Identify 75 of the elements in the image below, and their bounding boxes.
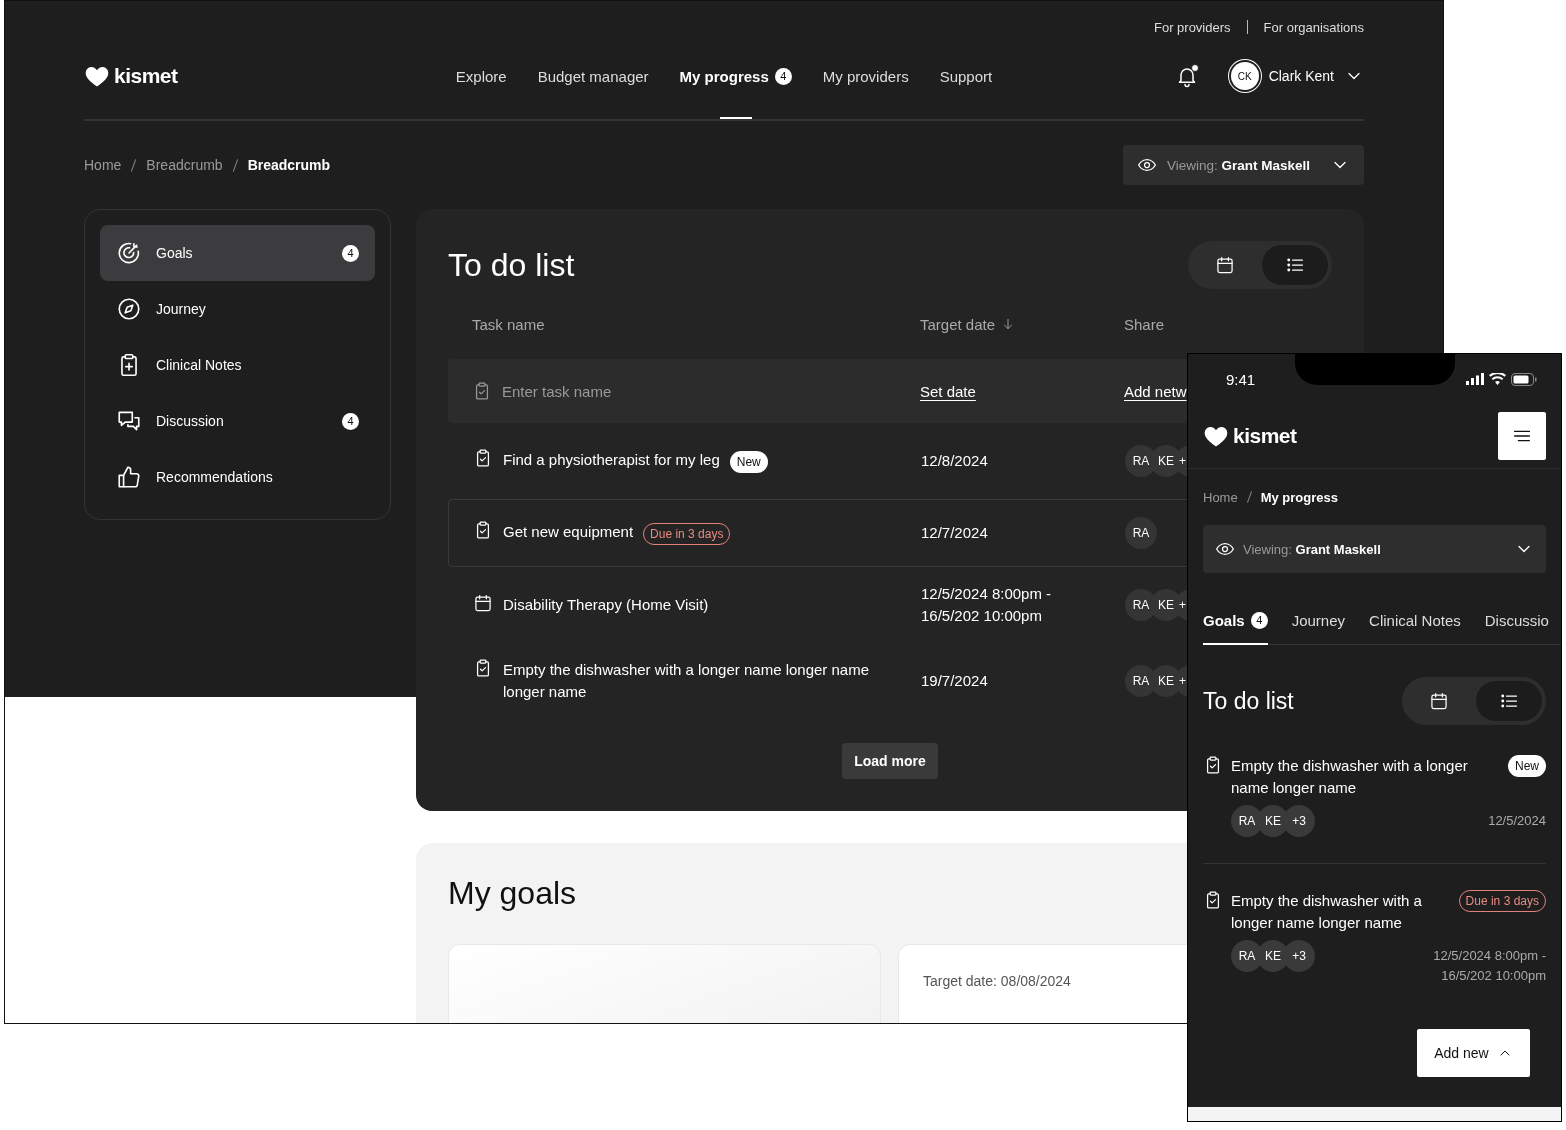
top-link[interactable]: For providers xyxy=(1153,19,1231,35)
compass-icon xyxy=(116,296,142,322)
nav-link[interactable]: My providers xyxy=(822,53,909,119)
count-badge: 4 xyxy=(342,244,359,262)
add-new-button[interactable]: Add new xyxy=(1417,1029,1530,1077)
new-badge: New xyxy=(1508,755,1546,777)
breadcrumb-link[interactable]: Breadcrumb xyxy=(146,157,223,173)
sidebar-item[interactable]: Goals 4 xyxy=(100,225,375,281)
target-icon xyxy=(116,240,142,266)
viewing-label: Viewing: Grant Maskell xyxy=(1243,541,1381,557)
tab[interactable]: Goals 4 xyxy=(1203,597,1268,645)
breadcrumb-link[interactable]: Home xyxy=(1203,489,1238,505)
logo-text: kismet xyxy=(1233,424,1297,448)
task-name: Empty the dishwasher with a longer name longer name longer name xyxy=(503,660,871,702)
viewing-dropdown[interactable]: Viewing: Grant Maskell xyxy=(1203,525,1546,573)
new-badge: New xyxy=(729,450,768,473)
signal-icon xyxy=(1466,373,1484,385)
sidebar-item[interactable]: Clinical Notes xyxy=(100,337,375,393)
breadcrumb-link[interactable]: Home xyxy=(84,157,122,173)
list-view-button[interactable] xyxy=(1476,681,1542,721)
task-date: 12/8/2024 xyxy=(921,451,989,471)
breadcrumb-link[interactable]: My progress xyxy=(1260,489,1338,505)
breadcrumb-link[interactable]: Breadcrumb xyxy=(247,157,331,173)
task-name: Disability Therapy (Home Visit) xyxy=(503,595,709,615)
task-date: 12/7/2024 xyxy=(921,523,989,543)
section-title: To do list xyxy=(448,246,575,284)
sidebar-item[interactable]: Discussion 4 xyxy=(100,393,375,449)
calendar-icon xyxy=(473,593,493,613)
list-view-button[interactable] xyxy=(1262,245,1328,285)
nav-link[interactable]: My progress 4 xyxy=(679,53,792,119)
top-link[interactable]: For organisations xyxy=(1263,19,1364,35)
viewing-dropdown[interactable]: Viewing: Grant Maskell xyxy=(1122,145,1364,185)
nav-link[interactable]: Support xyxy=(939,53,993,119)
avatar: CK xyxy=(1230,62,1259,90)
task-date: 12/5/2024 xyxy=(1488,812,1546,830)
status-time: 9:41 xyxy=(1226,370,1256,388)
tab[interactable]: Clinical Notes xyxy=(1369,597,1461,645)
task-name: Find a physiotherapist for my leg New xyxy=(503,449,768,473)
avatar: +3 xyxy=(1283,805,1315,837)
avatar: RA xyxy=(1125,517,1157,549)
target-date: Target date: 08/08/2024 xyxy=(923,973,1071,989)
count-badge: 4 xyxy=(774,67,792,85)
user-menu[interactable]: CK Clark Kent xyxy=(1230,62,1364,90)
calendar-icon xyxy=(1215,255,1235,275)
battery-icon xyxy=(1511,372,1537,386)
column-header[interactable]: Target date xyxy=(920,315,996,333)
task-name-field[interactable]: Enter task name xyxy=(502,382,882,400)
set-date-link[interactable]: Set date xyxy=(920,382,976,400)
nav-link[interactable]: Budget manager xyxy=(537,53,649,119)
calendar-icon xyxy=(1429,691,1449,711)
task-name: Empty the dishwasher with a longer name longer name xyxy=(1231,756,1469,798)
tab[interactable]: Discussio xyxy=(1484,597,1549,645)
avatar: +3 xyxy=(1283,940,1315,972)
task-name: Get new equipment Due in 3 days xyxy=(503,521,731,545)
sidebar-item[interactable]: Recommendations xyxy=(100,449,375,505)
column-header[interactable]: Task name xyxy=(472,315,545,333)
sidebar-item[interactable]: Journey xyxy=(100,281,375,337)
wifi-icon xyxy=(1489,373,1506,385)
task-date: 12/5/2024 8:00pm - 16/5/202 10:00pm xyxy=(921,584,1053,626)
tab[interactable]: Journey xyxy=(1291,597,1346,645)
task-date: 19/7/2024 xyxy=(921,671,989,691)
load-more-button[interactable]: Load more xyxy=(842,743,938,779)
task-date: 12/5/2024 8:00pm - 16/5/202 10:00pm xyxy=(1433,947,1546,985)
nav-link[interactable]: Explore xyxy=(455,53,507,119)
section-title: My goals xyxy=(448,875,577,912)
viewing-label: Viewing: Grant Maskell xyxy=(1166,157,1310,173)
user-name: Clark Kent xyxy=(1268,68,1334,84)
count-badge: 4 xyxy=(1250,611,1268,629)
count-badge: 4 xyxy=(342,412,359,430)
column-header[interactable]: Share xyxy=(1124,315,1165,333)
thumbs-up-icon xyxy=(116,464,142,490)
logo-text: kismet xyxy=(114,64,178,88)
add-network-link[interactable]: Add netw xyxy=(1124,382,1187,400)
menu-button[interactable] xyxy=(1498,412,1546,460)
task-name: Empty the dishwasher with a longer name longer name xyxy=(1231,891,1423,933)
